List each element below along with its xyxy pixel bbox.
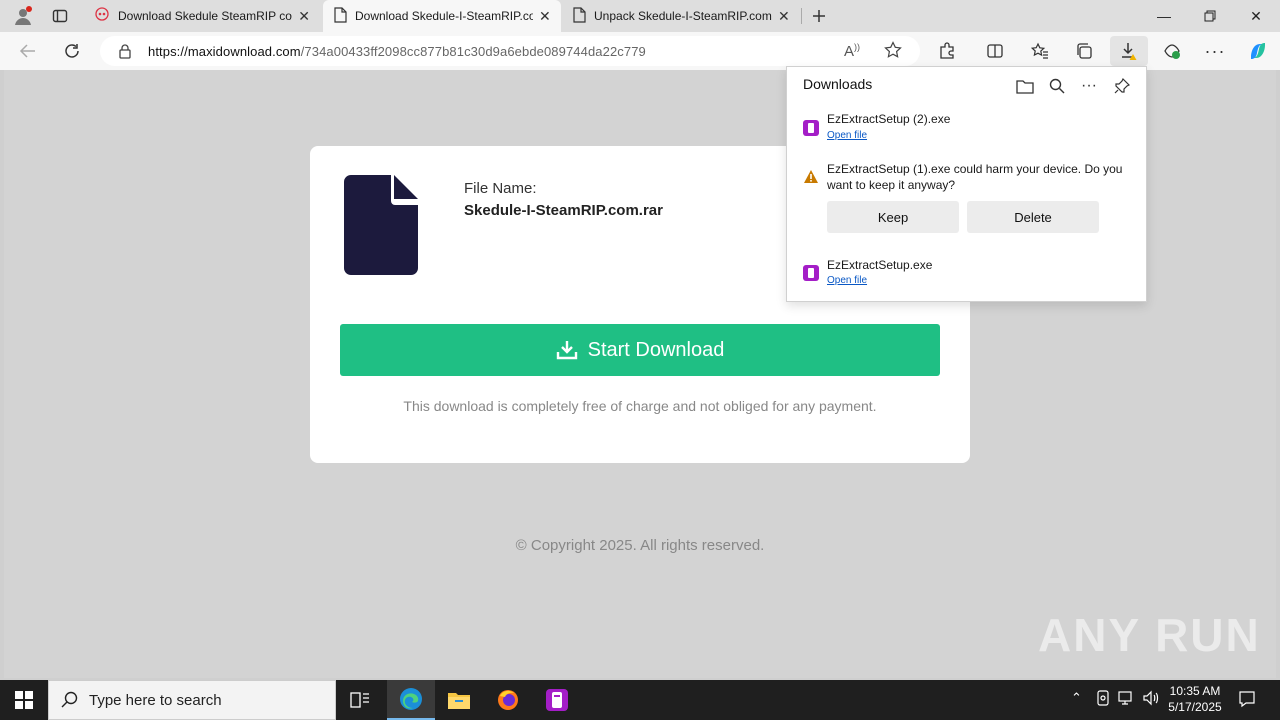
back-icon[interactable] <box>13 36 43 66</box>
ezextract-app-icon <box>803 120 819 136</box>
close-tab-icon[interactable]: ✕ <box>778 8 790 25</box>
tab-separator <box>801 8 802 24</box>
copilot-icon[interactable] <box>1243 36 1273 66</box>
edge-taskbar-icon[interactable] <box>387 680 435 720</box>
anyrun-watermark: ANY RUN <box>1038 609 1261 661</box>
url-text: https://maxidownload.com/734a00433ff2098… <box>148 44 646 59</box>
firefox-icon[interactable] <box>484 680 532 720</box>
tab-unpack-skedule-i-steamrip[interactable]: Unpack Skedule-I-SteamRIP.com ✕ <box>562 0 800 32</box>
tab-download-skedule-steamrip[interactable]: Download Skedule SteamRIP com ✕ <box>84 0 320 32</box>
downloads-panel: Downloads ··· EzExtractSetup (2).exe Ope… <box>786 66 1147 302</box>
close-tab-icon[interactable]: ✕ <box>298 8 310 25</box>
taskbar-search[interactable]: Type here to search <box>48 680 336 720</box>
free-download-note: This download is completely free of char… <box>403 398 877 414</box>
read-aloud-icon[interactable]: A)) <box>844 42 860 60</box>
open-file-link[interactable]: Open file <box>827 130 867 141</box>
favorite-star-icon[interactable] <box>884 41 902 62</box>
download-warning-text: EzExtractSetup (1).exe could harm your d… <box>827 162 1123 192</box>
search-placeholder: Type here to search <box>89 691 222 709</box>
downloads-panel-title: Downloads <box>803 76 873 92</box>
favorites-icon[interactable] <box>1025 36 1055 66</box>
browser-essentials-icon[interactable] <box>1157 36 1187 66</box>
browser-toolbar: https://maxidownload.com/734a00433ff2098… <box>0 32 1280 70</box>
url-domain: https://maxidownload.com <box>148 43 301 59</box>
address-bar[interactable]: https://maxidownload.com/734a00433ff2098… <box>100 36 920 66</box>
keep-button[interactable]: Keep <box>827 201 959 233</box>
ezextract-app-icon <box>803 265 819 281</box>
file-name-label: File Name: <box>464 180 537 197</box>
open-file-link[interactable]: Open file <box>827 275 867 286</box>
file-icon <box>343 174 419 281</box>
minimize-icon[interactable]: — <box>1141 0 1187 32</box>
profile-icon[interactable] <box>8 1 38 31</box>
copyright-text: © Copyright 2025. All rights reserved. <box>515 537 765 554</box>
download-icon <box>556 339 578 361</box>
open-folder-icon[interactable] <box>1012 73 1038 99</box>
windows-icon <box>15 691 33 709</box>
tab-download-skedule-i-steamrip[interactable]: Download Skedule-I-SteamRIP.com ✕ <box>323 0 561 32</box>
show-hidden-icons-icon[interactable]: ⌃ <box>1071 690 1082 706</box>
file-explorer-icon[interactable] <box>435 680 483 720</box>
downloads-icon[interactable] <box>1110 36 1148 66</box>
close-window-icon[interactable]: ✕ <box>1233 0 1279 32</box>
download-item-name: EzExtractSetup (2).exe <box>827 112 951 126</box>
clock-time: 10:35 AM <box>1169 684 1221 698</box>
tab-title: Unpack Skedule-I-SteamRIP.com <box>594 9 772 23</box>
split-screen-icon[interactable] <box>980 36 1010 66</box>
task-view-icon[interactable] <box>336 680 384 720</box>
start-download-button[interactable]: Start Download <box>340 324 940 376</box>
ezextract-taskbar-icon[interactable] <box>533 680 581 720</box>
tab-bar: Download Skedule SteamRIP com ✕ Download… <box>0 0 1280 32</box>
notifications-icon[interactable] <box>1238 690 1256 711</box>
start-button[interactable] <box>0 680 48 720</box>
device-icon[interactable] <box>1096 690 1110 709</box>
clock-date: 5/17/2025 <box>1168 700 1222 714</box>
taskbar: Type here to search ⌃ 10:35 AM 5/17/2025 <box>0 680 1280 720</box>
warning-icon <box>803 169 819 185</box>
start-download-label: Start Download <box>587 338 725 361</box>
volume-icon[interactable] <box>1142 690 1160 709</box>
network-icon[interactable] <box>1118 690 1136 709</box>
tab-title: Download Skedule SteamRIP com <box>118 9 293 23</box>
refresh-icon[interactable] <box>57 36 87 66</box>
file-name-value: Skedule-I-SteamRIP.com.rar <box>464 202 663 219</box>
restore-icon[interactable] <box>1187 0 1233 32</box>
tab-title: Download Skedule-I-SteamRIP.com <box>355 9 533 23</box>
search-icon <box>61 691 79 709</box>
more-options-icon[interactable]: ··· <box>1200 36 1230 66</box>
page-icon <box>333 6 347 26</box>
search-icon[interactable] <box>1044 73 1070 99</box>
pin-icon[interactable] <box>1109 73 1135 99</box>
download-item-name: EzExtractSetup.exe <box>827 258 933 272</box>
delete-button[interactable]: Delete <box>967 201 1099 233</box>
collections-icon[interactable] <box>1069 36 1099 66</box>
page-icon <box>572 6 586 26</box>
extensions-icon[interactable] <box>932 36 962 66</box>
tab-actions-icon[interactable] <box>45 1 75 31</box>
new-tab-icon[interactable] <box>804 1 834 31</box>
more-options-icon[interactable]: ··· <box>1076 73 1102 99</box>
system-clock[interactable]: 10:35 AM 5/17/2025 <box>1160 683 1230 715</box>
skull-icon <box>94 6 110 26</box>
close-tab-icon[interactable]: ✕ <box>539 8 551 25</box>
lock-icon[interactable] <box>118 43 132 62</box>
url-path: /734a00433ff2098cc877b81c30d9a6ebde08974… <box>300 43 646 59</box>
